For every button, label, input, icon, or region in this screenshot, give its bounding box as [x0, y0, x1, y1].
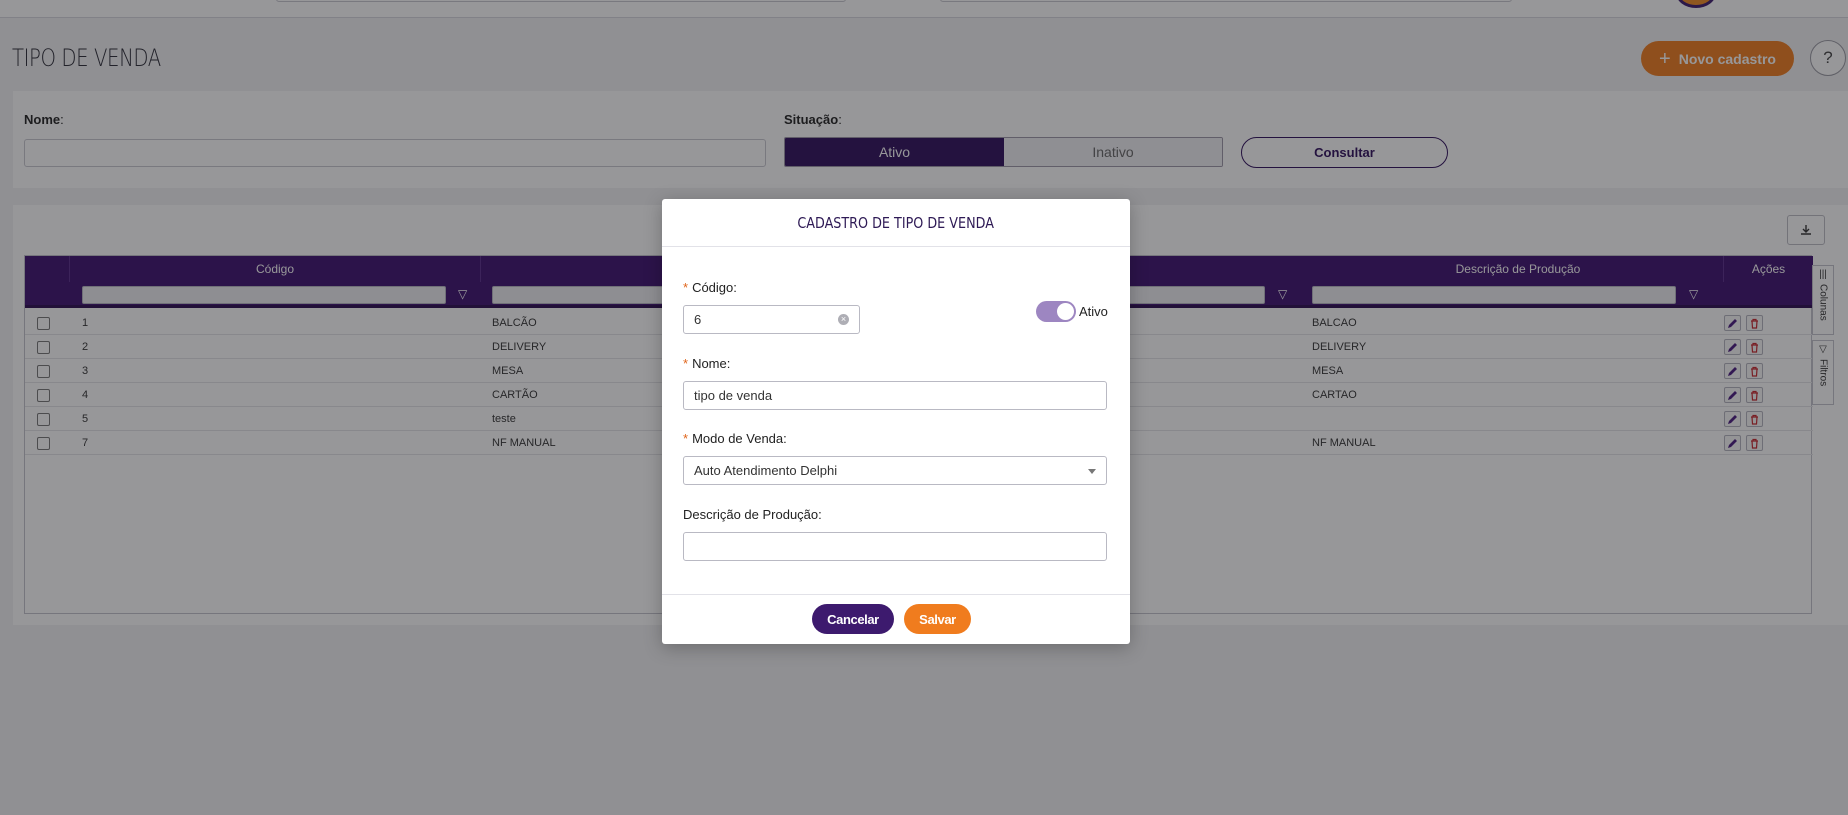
- modo-venda-value: Auto Atendimento Delphi: [694, 463, 838, 478]
- cancel-button[interactable]: Cancelar: [812, 604, 894, 634]
- nome-value: tipo de venda: [694, 388, 773, 403]
- clear-icon[interactable]: ×: [838, 314, 849, 325]
- save-button[interactable]: Salvar: [904, 604, 971, 634]
- descricao-producao-label: Descrição de Produção:: [683, 507, 822, 522]
- toggle-knob: [1057, 303, 1074, 320]
- modal-footer: Cancelar Salvar: [662, 594, 1130, 644]
- codigo-label: * Código:: [683, 280, 737, 295]
- nome-input[interactable]: tipo de venda: [683, 381, 1107, 410]
- modo-venda-label: * Modo de Venda:: [683, 431, 787, 446]
- nome-label: * Nome:: [683, 356, 731, 371]
- modo-venda-select[interactable]: Auto Atendimento Delphi: [683, 456, 1107, 485]
- codigo-input[interactable]: 6 ×: [683, 305, 860, 334]
- chevron-down-icon: [1088, 469, 1096, 474]
- descricao-producao-input[interactable]: [683, 532, 1107, 561]
- codigo-value: 6: [694, 312, 702, 327]
- cadastro-modal: CADASTRO DE TIPO DE VENDA * Código: 6 × A…: [662, 199, 1130, 644]
- modal-title: CADASTRO DE TIPO DE VENDA: [662, 199, 1130, 247]
- ativo-toggle-label: Ativo: [1079, 304, 1108, 319]
- ativo-toggle[interactable]: [1036, 301, 1076, 322]
